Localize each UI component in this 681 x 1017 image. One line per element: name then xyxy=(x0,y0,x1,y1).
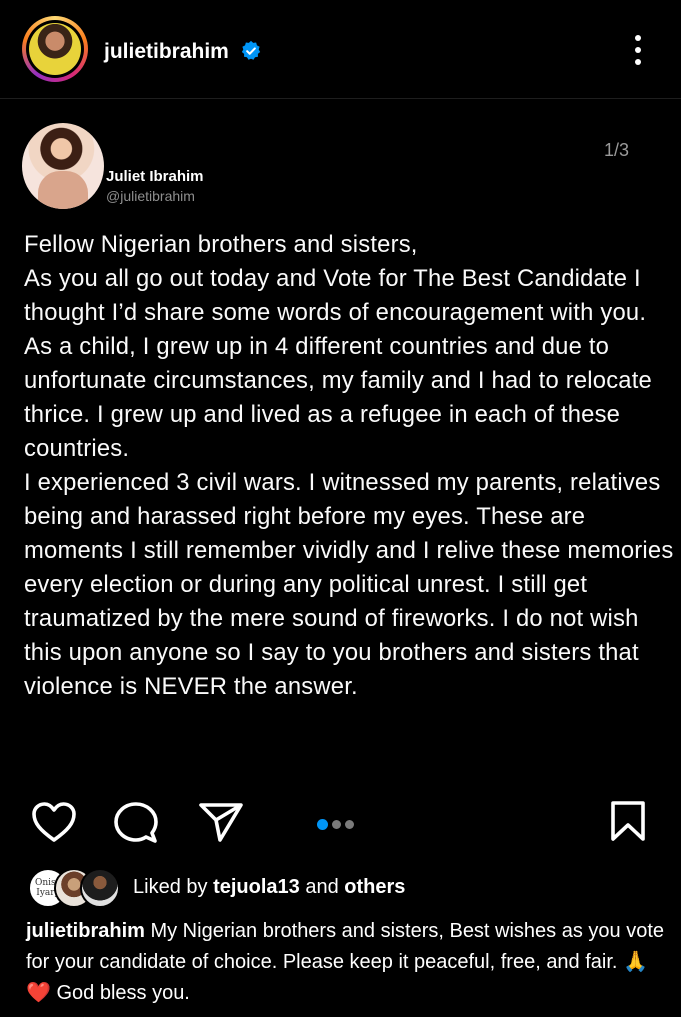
liked-by-joiner: and xyxy=(305,876,339,898)
comment-icon[interactable] xyxy=(113,800,159,846)
others-link[interactable]: others xyxy=(344,876,405,898)
liker-avatar xyxy=(80,868,120,908)
heart-icon[interactable] xyxy=(30,800,78,844)
liker-username-link[interactable]: tejuola13 xyxy=(213,876,300,898)
tweet-paragraph: Fellow Nigerian brothers and sisters, xyxy=(24,231,418,258)
liked-by-text: Liked by tejuola13 and others xyxy=(133,876,405,899)
carousel-pager: 1/3 xyxy=(604,140,630,160)
tweet-paragraph: I experienced 3 civil wars. I witnessed … xyxy=(24,469,674,700)
username-link[interactable]: julietibrahim xyxy=(104,40,229,64)
avatar-photo xyxy=(29,23,81,75)
post-header: julietibrahim xyxy=(0,0,681,99)
liked-by-prefix: Liked by xyxy=(133,876,208,898)
carousel-dot xyxy=(345,820,354,829)
liker-avatars[interactable]: Onise Iyary xyxy=(28,868,128,908)
carousel-dot xyxy=(332,820,341,829)
tweet-paragraph: As a child, I grew up in 4 different cou… xyxy=(24,333,652,462)
more-vertical-icon[interactable] xyxy=(628,30,648,70)
verified-badge-icon xyxy=(241,40,261,60)
caption-username-link[interactable]: julietibrahim xyxy=(26,920,145,942)
tweet-avatar xyxy=(22,123,104,209)
profile-avatar[interactable] xyxy=(22,16,88,82)
tweet-display-name: Juliet Ibrahim xyxy=(106,168,204,185)
tweet-handle: @julietibrahim xyxy=(106,188,195,204)
post-caption: julietibrahim My Nigerian brothers and s… xyxy=(26,916,666,1009)
send-icon[interactable] xyxy=(198,800,244,844)
carousel-indicator xyxy=(317,816,358,834)
bookmark-icon[interactable] xyxy=(608,800,648,842)
tweet-text: Fellow Nigerian brothers and sisters, As… xyxy=(24,228,679,704)
tweet-paragraph: As you all go out today and Vote for The… xyxy=(24,265,647,326)
carousel-dot-active xyxy=(317,819,328,830)
